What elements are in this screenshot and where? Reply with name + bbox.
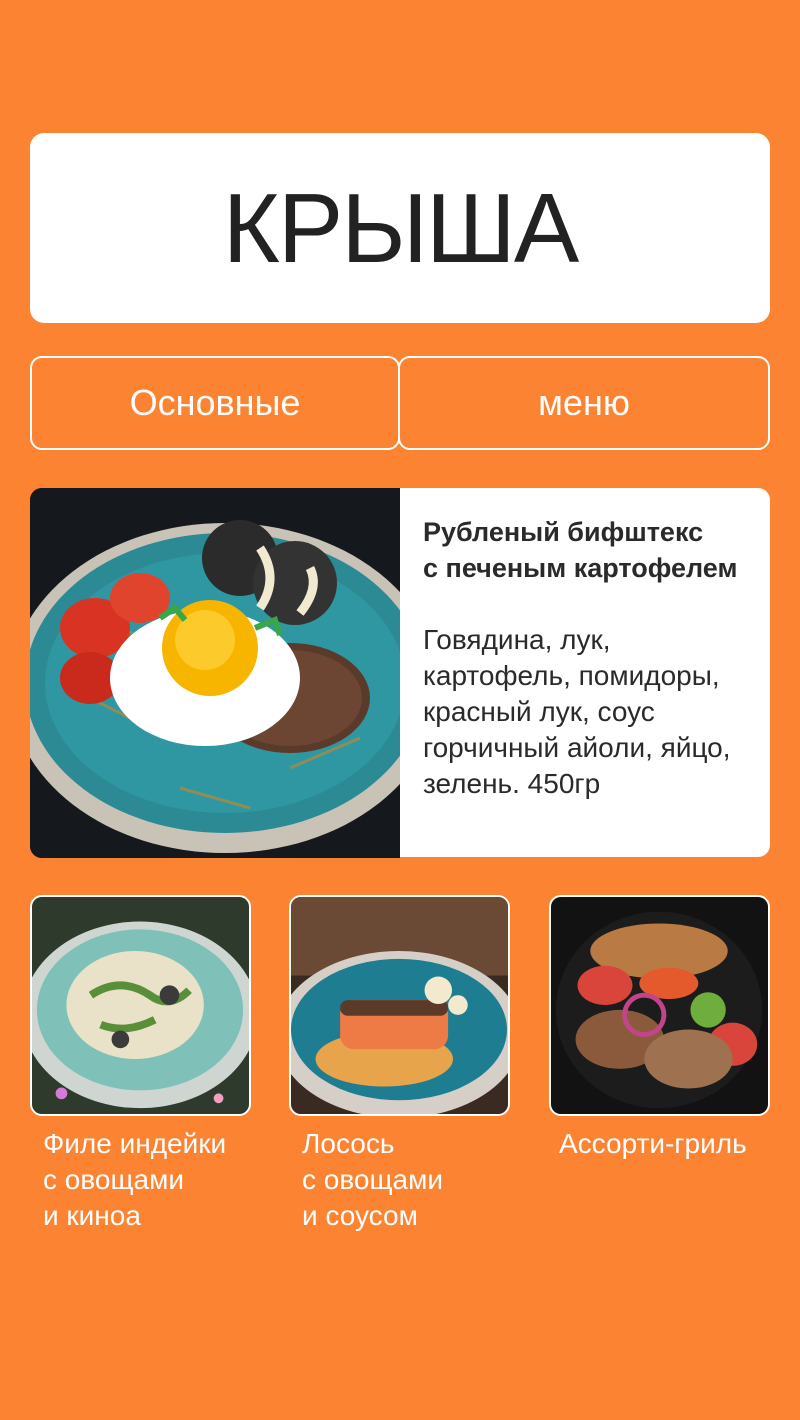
dish-thumbnail-turkey[interactable]: [30, 895, 251, 1116]
dish-name-turkey: Филе индейки с овощами и киноа: [43, 1128, 227, 1231]
tab-main[interactable]: Основные: [30, 356, 400, 450]
salmon-plate-image: [291, 897, 508, 1114]
turkey-salad-image: [32, 897, 249, 1114]
tab-main-label: Основные: [129, 382, 301, 423]
featured-dish-card: Рубленый бифштекс с печеным картофелем Г…: [400, 488, 770, 857]
featured-dish-name: Рубленый бифштекс с печеным картофелем: [423, 517, 738, 583]
featured-dish-photo: [30, 488, 400, 858]
dish-name-grill: Ассорти-гриль: [559, 1128, 747, 1159]
restaurant-title: КРЫША: [222, 173, 579, 283]
dish-thumbnail-salmon[interactable]: [289, 895, 510, 1116]
grill-assortment-image: [551, 897, 768, 1114]
steak-plate-image: [30, 488, 400, 858]
title-card: КРЫША: [30, 133, 770, 323]
tab-menu-label: меню: [538, 382, 630, 423]
dish-name-salmon: Лосось с овощами и соусом: [302, 1128, 443, 1231]
tab-menu[interactable]: меню: [398, 356, 770, 450]
featured-dish-description: Говядина, лук, картофель, помидоры, крас…: [423, 624, 731, 799]
dish-thumbnail-grill[interactable]: [549, 895, 770, 1116]
